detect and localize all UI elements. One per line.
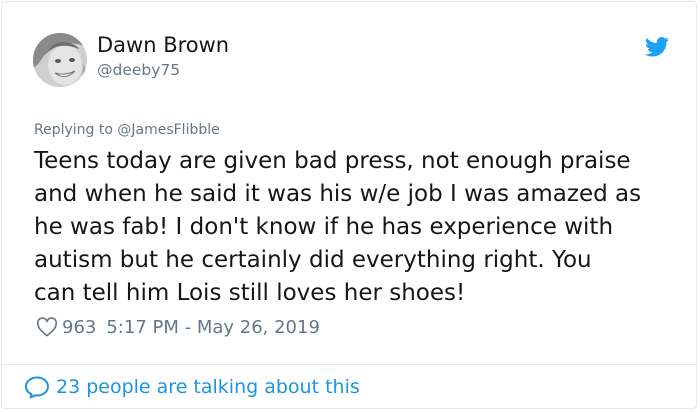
like-count[interactable]: 963 [62,317,96,338]
tweet-meta: 963 5:17 PM - May 26, 2019 [36,315,320,339]
divider [2,364,696,365]
conversation-link[interactable]: 23 people are talking about this [24,375,360,399]
replying-to[interactable]: Replying to @JamesFlibble [34,122,220,138]
twitter-bird-icon[interactable] [645,37,669,57]
profile-photo [33,33,87,87]
avatar[interactable] [33,33,87,87]
user-handle[interactable]: @deeby75 [97,61,180,79]
speech-bubble-icon [25,376,49,399]
tweet-text: Teens today are given bad press, not eno… [34,148,642,306]
timestamp[interactable]: 5:17 PM - May 26, 2019 [106,317,320,338]
heart-icon[interactable] [36,317,58,337]
tweet-card: Dawn Brown @deeby75 Replying to @JamesFl… [1,1,697,409]
conversation-link-text[interactable]: 23 people are talking about this [56,376,360,398]
display-name[interactable]: Dawn Brown [97,33,229,57]
